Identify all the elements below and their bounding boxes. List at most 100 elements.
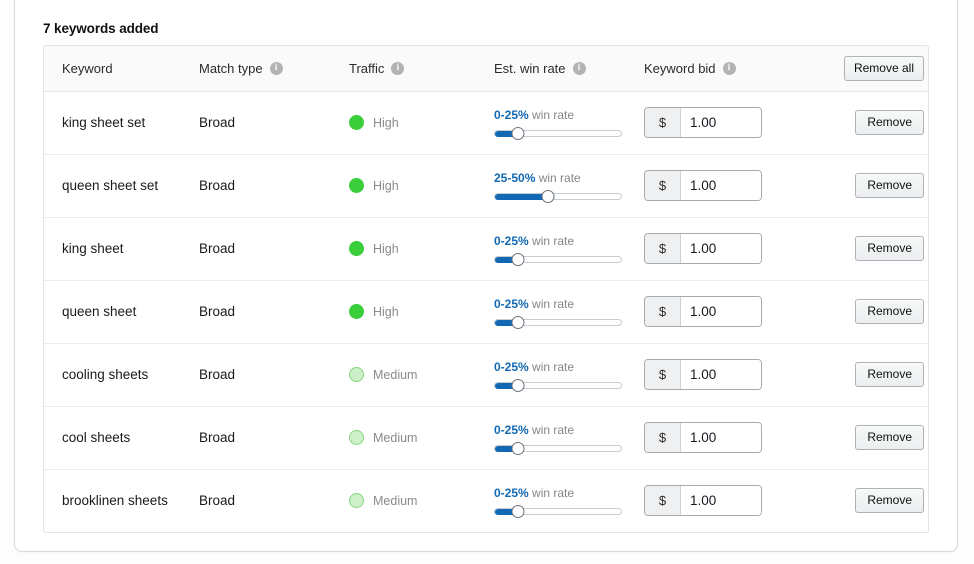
- info-icon[interactable]: i: [269, 61, 283, 75]
- traffic-label: High: [373, 115, 399, 130]
- bid-input[interactable]: 1.00: [681, 423, 761, 452]
- traffic-cell: High: [349, 217, 494, 280]
- bid-input[interactable]: 1.00: [681, 486, 761, 516]
- slider-thumb[interactable]: [511, 441, 525, 455]
- traffic-cell: Medium: [349, 469, 494, 532]
- keyword-cell: brooklinen sheets: [62, 493, 168, 509]
- win-rate-slider[interactable]: [494, 504, 622, 518]
- match-type-cell: Broad: [199, 241, 236, 256]
- traffic-indicator-icon: [349, 241, 364, 256]
- column-header-win-rate-label: Est. win rate: [494, 60, 566, 76]
- keyword-bid-cell: $1.00: [644, 406, 834, 469]
- slider-thumb[interactable]: [511, 504, 525, 518]
- traffic-cell: High: [349, 280, 494, 343]
- table-row: cooling sheets Broad Medium 0-25% win rate $…: [44, 343, 928, 406]
- panel-inner: 7 keywords added Keyword Match type i Tr…: [15, 0, 957, 533]
- bid-input-group[interactable]: $1.00: [644, 296, 762, 327]
- table-body: king sheet set Broad High 0-25% win rate $1.…: [44, 91, 928, 532]
- keyword-cell: king sheet set: [62, 115, 146, 130]
- slider-thumb[interactable]: [511, 252, 525, 266]
- bid-input-group[interactable]: $1.00: [644, 107, 762, 138]
- remove-button[interactable]: Remove: [855, 172, 924, 199]
- remove-button[interactable]: Remove: [855, 361, 924, 388]
- info-icon[interactable]: i: [572, 61, 586, 75]
- currency-prefix: $: [645, 486, 681, 516]
- slider-thumb[interactable]: [541, 189, 555, 203]
- bid-input-group[interactable]: $1.00: [644, 359, 762, 390]
- page-title: 7 keywords added: [43, 21, 159, 36]
- keyword-bid-cell: $1.00: [644, 280, 834, 343]
- keyword-cell: cooling sheets: [62, 367, 149, 382]
- currency-prefix: $: [645, 360, 681, 389]
- bid-input-group[interactable]: $1.00: [644, 233, 762, 264]
- keyword-bid-cell: $1.00: [644, 343, 834, 406]
- bid-input[interactable]: 1.00: [681, 234, 761, 263]
- table-row: cool sheets Broad Medium 0-25% win rate $1.0…: [44, 406, 928, 469]
- win-rate-range: 0-25%: [494, 233, 529, 248]
- keyword-bid-cell: $1.00: [644, 217, 834, 280]
- keyword-bid-cell: $1.00: [644, 154, 834, 217]
- column-header-win-rate: Est. win rate i: [494, 46, 644, 92]
- bid-input[interactable]: 1.00: [681, 171, 761, 200]
- slider-thumb[interactable]: [511, 126, 525, 140]
- remove-button[interactable]: Remove: [855, 424, 924, 451]
- win-rate-slider[interactable]: [494, 189, 622, 203]
- remove-all-button[interactable]: Remove all: [843, 55, 924, 81]
- bid-input[interactable]: 1.00: [681, 108, 761, 137]
- traffic-indicator-icon: [349, 178, 364, 193]
- win-rate-slider[interactable]: [494, 126, 622, 140]
- column-header-match-type: Match type i: [199, 46, 349, 92]
- win-rate-range: 25-50%: [494, 170, 536, 185]
- currency-prefix: $: [645, 423, 681, 452]
- page-root: 7 keywords added Keyword Match type i Tr…: [0, 0, 974, 564]
- remove-button[interactable]: Remove: [855, 298, 924, 325]
- table-row: queen sheet set Broad High 25-50% win rate $…: [44, 154, 928, 217]
- keyword-cell: cool sheets: [62, 430, 131, 445]
- bid-input[interactable]: 1.00: [681, 297, 761, 326]
- traffic-indicator-icon: [349, 367, 364, 382]
- bid-input-group[interactable]: $1.00: [644, 170, 762, 201]
- bid-input-group[interactable]: $1.00: [644, 422, 762, 453]
- match-type-cell: Broad: [199, 493, 236, 509]
- win-rate-cell: 0-25% win rate: [494, 91, 644, 154]
- info-icon[interactable]: i: [391, 61, 405, 75]
- table-header: Keyword Match type i Traffic i Est. win …: [44, 46, 928, 92]
- traffic-indicator-icon: [349, 115, 364, 130]
- bid-input[interactable]: 1.00: [681, 360, 761, 389]
- currency-prefix: $: [645, 171, 681, 200]
- traffic-indicator-icon: [349, 304, 364, 319]
- match-type-cell: Broad: [199, 178, 236, 193]
- win-rate-slider[interactable]: [494, 315, 622, 329]
- match-type-cell: Broad: [199, 115, 236, 130]
- bid-input-group[interactable]: $1.00: [644, 485, 762, 517]
- traffic-label: High: [373, 178, 399, 193]
- table-header-row: Keyword Match type i Traffic i Est. win …: [44, 46, 928, 92]
- win-rate-label: 0-25% win rate: [494, 107, 575, 122]
- table-row: queen sheet Broad High 0-25% win rate $1.00 R…: [44, 280, 928, 343]
- actions-cell: Remove: [834, 280, 928, 343]
- info-icon[interactable]: i: [722, 61, 736, 75]
- actions-cell: Remove: [834, 217, 928, 280]
- actions-cell: Remove: [834, 343, 928, 406]
- win-rate-slider[interactable]: [494, 252, 622, 266]
- actions-cell: Remove: [834, 469, 928, 532]
- remove-button[interactable]: Remove: [855, 109, 924, 136]
- keyword-cell: king sheet: [62, 241, 124, 256]
- win-rate-cell: 25-50% win rate: [494, 154, 644, 217]
- slider-thumb[interactable]: [511, 315, 525, 329]
- traffic-label: Medium: [373, 493, 418, 508]
- win-rate-range: 0-25%: [494, 359, 529, 374]
- traffic-indicator-icon: [349, 430, 364, 445]
- traffic-indicator-icon: [349, 493, 364, 509]
- slider-thumb[interactable]: [511, 378, 525, 392]
- keyword-cell: queen sheet: [62, 304, 137, 319]
- slider-fill: [495, 193, 548, 200]
- win-rate-label: 0-25% win rate: [494, 422, 575, 437]
- remove-button[interactable]: Remove: [855, 235, 924, 262]
- win-rate-slider[interactable]: [494, 441, 622, 455]
- remove-button[interactable]: Remove: [855, 488, 924, 514]
- win-rate-label: 0-25% win rate: [494, 485, 575, 500]
- traffic-label: High: [373, 241, 399, 256]
- win-rate-slider[interactable]: [494, 378, 622, 392]
- keywords-panel-card: 7 keywords added Keyword Match type i Tr…: [14, 0, 958, 552]
